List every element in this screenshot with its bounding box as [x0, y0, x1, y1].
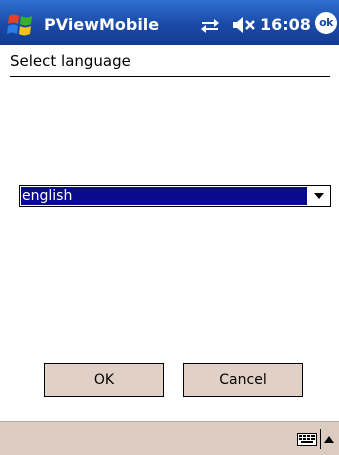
- chevron-down-icon: [314, 193, 324, 199]
- language-select[interactable]: english: [19, 185, 331, 207]
- screen: PViewMobile 16:08 ok Select language eng…: [0, 0, 339, 455]
- header-divider: [10, 76, 330, 77]
- app-title: PViewMobile: [44, 15, 160, 34]
- connectivity-icon[interactable]: [200, 17, 220, 33]
- keyboard-icon[interactable]: [297, 431, 317, 447]
- speaker-muted-icon[interactable]: [232, 16, 256, 34]
- start-button[interactable]: [6, 10, 36, 40]
- menu-bar: [0, 421, 339, 455]
- cancel-button[interactable]: Cancel: [183, 363, 303, 397]
- clock[interactable]: 16:08: [260, 15, 311, 34]
- title-bar: PViewMobile 16:08 ok: [0, 0, 339, 45]
- menu-separator: [320, 429, 321, 449]
- language-select-value[interactable]: english: [21, 187, 307, 205]
- page-title: Select language: [10, 52, 131, 70]
- windows-flag-icon: [7, 14, 32, 36]
- chevron-up-icon[interactable]: [324, 435, 334, 443]
- dropdown-button[interactable]: [309, 187, 329, 205]
- ok-button[interactable]: OK: [44, 363, 164, 397]
- ok-title-button[interactable]: ok: [315, 12, 337, 34]
